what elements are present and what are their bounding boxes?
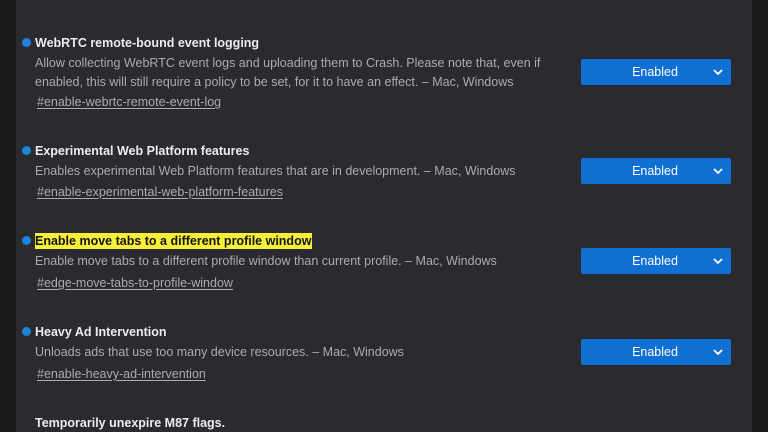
chevron-down-icon bbox=[713, 168, 723, 175]
flag-state-select[interactable]: Enabled bbox=[581, 248, 731, 274]
flag-description: Enables experimental Web Platform featur… bbox=[35, 164, 516, 178]
select-value: Enabled bbox=[632, 65, 678, 79]
flag-description: Enable move tabs to a different profile … bbox=[35, 254, 497, 268]
flags-panel: WebRTC remote-bound event logging Allow … bbox=[16, 0, 752, 432]
chevron-down-icon bbox=[713, 349, 723, 356]
flag-title: Heavy Ad Intervention bbox=[35, 325, 167, 339]
chevron-down-icon bbox=[713, 258, 723, 265]
flag-status-dot bbox=[22, 146, 31, 155]
flag-title: Experimental Web Platform features bbox=[35, 144, 250, 158]
flag-status-dot bbox=[22, 327, 31, 336]
flag-status-dot bbox=[22, 236, 31, 245]
flag-title: WebRTC remote-bound event logging bbox=[35, 36, 260, 50]
flag-status-dot bbox=[22, 38, 31, 47]
select-value: Enabled bbox=[632, 164, 678, 178]
flag-anchor-link[interactable]: #enable-experimental-web-platform-featur… bbox=[37, 184, 283, 200]
flag-title: Enable move tabs to a different profile … bbox=[35, 233, 313, 249]
select-value: Enabled bbox=[632, 345, 678, 359]
chevron-down-icon bbox=[713, 69, 723, 76]
flag-state-select[interactable]: Enabled bbox=[581, 339, 731, 365]
flag-description: Allow collecting WebRTC event logs and u… bbox=[35, 56, 541, 89]
flag-anchor-link[interactable]: #edge-move-tabs-to-profile-window bbox=[37, 275, 233, 291]
flag-state-select[interactable]: Enabled bbox=[581, 59, 731, 85]
flag-state-select[interactable]: Enabled bbox=[581, 158, 731, 184]
select-value: Enabled bbox=[632, 254, 678, 268]
flag-anchor-link[interactable]: #enable-heavy-ad-intervention bbox=[37, 366, 206, 382]
section-heading: Temporarily unexpire M87 flags. bbox=[35, 416, 226, 430]
flag-anchor-link[interactable]: #enable-webrtc-remote-event-log bbox=[37, 94, 221, 110]
flags-page: WebRTC remote-bound event logging Allow … bbox=[0, 0, 768, 432]
flag-description: Unloads ads that use too many device res… bbox=[35, 345, 404, 359]
